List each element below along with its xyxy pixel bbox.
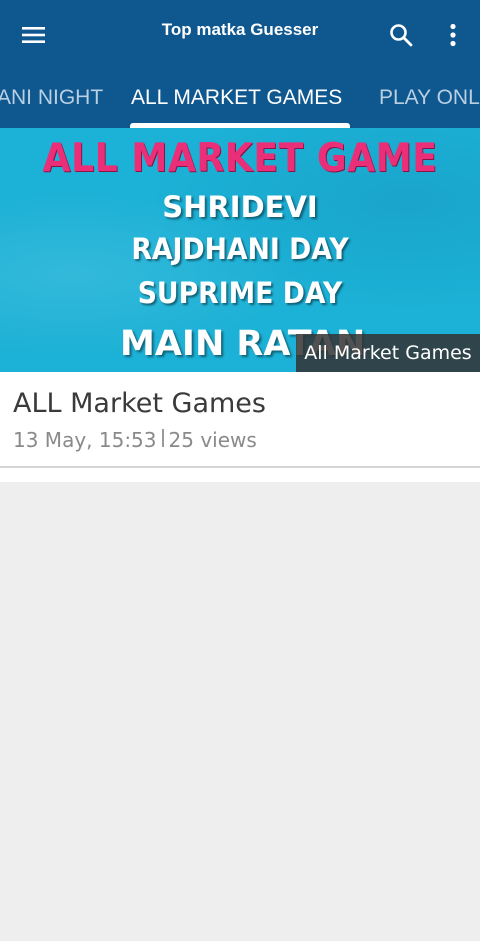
post-date: 13 May, 15:53 <box>13 428 157 452</box>
toolbar: Top matka Guesser <box>0 0 480 70</box>
tab-all-market-games[interactable]: ALL MARKET GAMES <box>131 86 342 110</box>
search-icon[interactable] <box>381 15 421 55</box>
list-spacer <box>0 468 480 482</box>
banner-caption: All Market Games <box>296 334 480 372</box>
tab-play-online[interactable]: PLAY ONL <box>379 86 480 110</box>
tab-ani-night[interactable]: ANI NIGHT <box>0 86 103 110</box>
post-views: 25 views <box>168 428 257 452</box>
app-bar: Top matka Guesser ANI NIGHT ALL MARKET G… <box>0 0 480 128</box>
banner-line-rajdhani-day: RAJDHANI DAY <box>131 232 349 266</box>
tab-bar: ANI NIGHT ALL MARKET GAMES PLAY ONL <box>0 72 480 128</box>
post-meta: 13 May, 15:53 25 views <box>13 428 257 452</box>
post-card[interactable]: ALL Market Games 13 May, 15:53 25 views <box>0 372 480 466</box>
more-vertical-icon[interactable] <box>433 15 473 55</box>
post-title[interactable]: ALL Market Games <box>13 388 266 419</box>
banner-headline: ALL MARKET GAME <box>42 136 438 181</box>
banner-line-shridevi: SHRIDEVI <box>162 190 318 224</box>
banner-line-suprime-day: SUPRIME DAY <box>137 276 343 310</box>
meta-separator <box>161 429 164 447</box>
post-banner-image[interactable]: ALL MARKET GAME SHRIDEVI RAJDHANI DAY SU… <box>0 128 480 372</box>
